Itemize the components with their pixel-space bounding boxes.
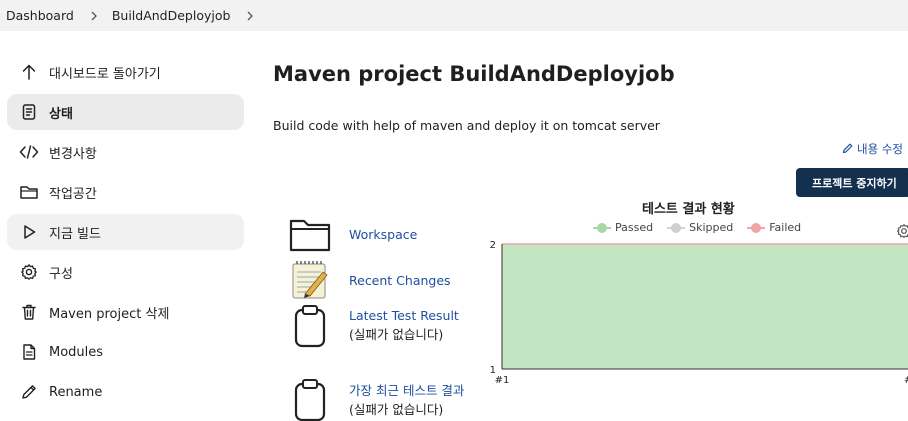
latest-test-result-link[interactable]: Latest Test Result — [349, 308, 459, 323]
clipboard-icon — [288, 304, 332, 348]
chart-title: 테스트 결과 현황 — [642, 202, 735, 217]
sidebar-item-status[interactable]: 상태 — [7, 94, 244, 130]
sidebar-item-back-to-dashboard[interactable]: 대시보드로 돌아가기 — [7, 54, 244, 90]
x-tick-label: #1 — [495, 375, 510, 386]
latest-test-result-status: (실패가 없습니다) — [349, 327, 444, 342]
code-icon — [19, 142, 39, 162]
edit-description-label: 내용 수정 — [857, 142, 903, 156]
sidebar-item-label: 대시보드로 돌아가기 — [49, 66, 161, 82]
sidebar-item-changes[interactable]: 변경사항 — [7, 134, 244, 170]
sidebar-item-rename[interactable]: Rename — [7, 374, 244, 410]
recent-test-result-row: 가장 최근 테스트 결과 (실패가 없습니다) — [288, 378, 464, 421]
document-lines-icon — [19, 342, 39, 362]
page-title: Maven project BuildAndDeployjob — [273, 62, 675, 86]
sidebar-item-label: 구성 — [49, 266, 73, 282]
sidebar: 대시보드로 돌아가기 상태 변경사항 작업공간 지금 빌드 구성 Maven p… — [7, 54, 244, 414]
breadcrumb-dashboard[interactable]: Dashboard — [6, 8, 74, 23]
legend-swatch-passed — [593, 222, 611, 233]
gear-icon — [19, 262, 39, 282]
notepad-icon — [288, 257, 332, 301]
workspace-link-row: Workspace — [288, 213, 417, 257]
sidebar-item-label: 지금 빌드 — [49, 226, 101, 242]
x-tick-label: # — [904, 375, 908, 386]
disable-project-button[interactable]: 프로젝트 중지하기 — [796, 168, 908, 197]
trash-icon — [19, 302, 39, 322]
workspace-link[interactable]: Workspace — [349, 227, 417, 242]
sidebar-item-label: 상태 — [49, 106, 73, 122]
breadcrumb: Dashboard BuildAndDeployjob — [0, 0, 908, 31]
sidebar-item-label: Maven project 삭제 — [49, 306, 170, 322]
document-icon — [19, 102, 39, 122]
sidebar-item-label: Modules — [49, 344, 104, 360]
series-area-passed — [502, 244, 908, 369]
sidebar-item-modules[interactable]: Modules — [7, 334, 244, 370]
folder-icon — [19, 182, 39, 202]
recent-changes-link[interactable]: Recent Changes — [349, 273, 451, 288]
play-icon — [19, 222, 39, 242]
y-tick-label: 2 — [490, 240, 496, 251]
sidebar-item-label: 작업공간 — [49, 186, 97, 202]
pencil-icon — [19, 382, 39, 402]
chevron-right-icon[interactable] — [246, 11, 254, 21]
clipboard-icon — [288, 378, 332, 421]
sidebar-item-build-now[interactable]: 지금 빌드 — [7, 214, 244, 250]
recent-test-result-link[interactable]: 가장 최근 테스트 결과 — [349, 383, 464, 398]
legend-swatch-skipped — [667, 222, 686, 233]
project-description: Build code with help of maven and deploy… — [273, 118, 660, 133]
sidebar-item-label: Rename — [49, 384, 103, 400]
test-result-trend-chart: 21#1# — [490, 240, 908, 386]
recent-test-result-status: (실패가 없습니다) — [349, 402, 444, 417]
sidebar-item-label: 변경사항 — [49, 146, 97, 162]
pencil-icon — [842, 142, 854, 157]
folder-icon — [288, 213, 332, 257]
recent-changes-link-row: Recent Changes — [288, 257, 451, 301]
edit-description-link[interactable]: 내용 수정 — [842, 141, 903, 157]
breadcrumb-job[interactable]: BuildAndDeployjob — [112, 8, 231, 23]
legend-swatch-failed — [747, 222, 766, 233]
sidebar-item-delete-project[interactable]: Maven project 삭제 — [7, 294, 244, 330]
latest-test-result-row: Latest Test Result (실패가 없습니다) — [288, 304, 459, 348]
sidebar-item-workspace[interactable]: 작업공간 — [7, 174, 244, 210]
chevron-right-icon — [90, 11, 98, 21]
arrow-up-icon — [19, 62, 39, 82]
sidebar-item-configure[interactable]: 구성 — [7, 254, 244, 290]
